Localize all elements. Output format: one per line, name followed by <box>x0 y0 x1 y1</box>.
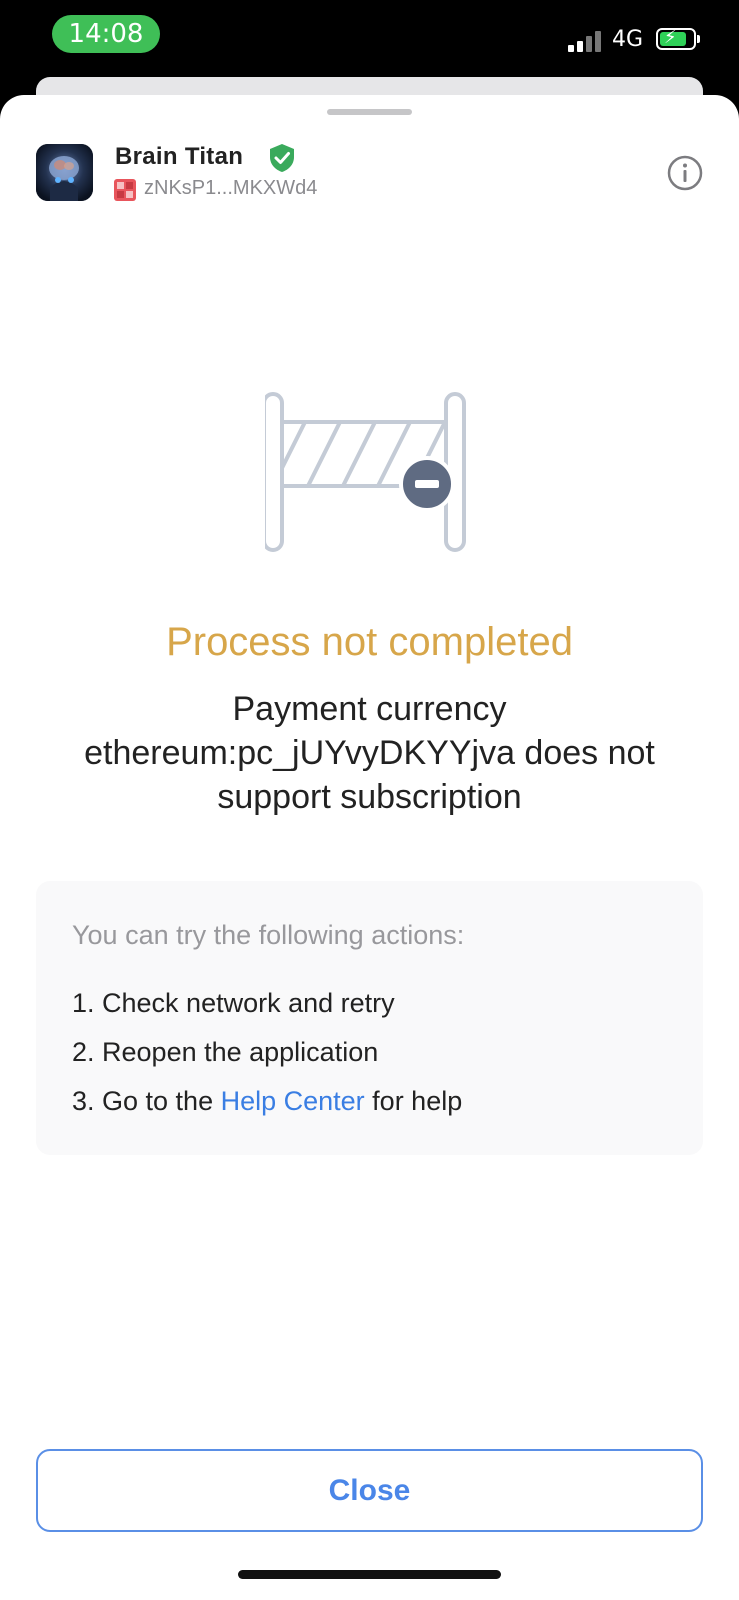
action-item-help-suffix: for help <box>364 1086 463 1116</box>
actions-intro: You can try the following actions: <box>72 920 465 950</box>
app-icon <box>36 144 93 201</box>
status-title: Process not completed <box>166 620 573 664</box>
action-item-reopen: 2. Reopen the application <box>72 1037 379 1067</box>
signal-icon <box>568 30 604 52</box>
verified-shield-icon <box>268 143 296 173</box>
action-item-retry: 1. Check network and retry <box>72 988 395 1018</box>
status-bar: 14:08 4G ⚡ <box>0 0 739 80</box>
action-item-help: 3. Go to the Help Center for help <box>72 1086 462 1117</box>
sheet-grabber[interactable] <box>327 109 412 115</box>
status-time: 14:08 <box>52 15 160 53</box>
wallet-address: zNKsP1...MKXWd4 <box>144 177 318 199</box>
battery-cap <box>697 35 700 43</box>
bottom-sheet: Brain Titan zNKsP1...MKXWd4 Process not … <box>0 95 739 1600</box>
close-button[interactable]: Close <box>36 1449 703 1532</box>
network-type: 4G <box>612 27 644 52</box>
address-icon <box>114 179 136 201</box>
barrier-icon <box>262 392 475 562</box>
help-center-link[interactable]: Help Center <box>221 1086 365 1116</box>
status-message: Payment currency ethereum:pc_jUYvyDKYYjv… <box>84 690 655 816</box>
home-indicator <box>238 1570 501 1579</box>
info-icon[interactable] <box>667 155 703 191</box>
action-item-help-prefix: 3. Go to the <box>72 1086 221 1116</box>
battery-charging-icon: ⚡ <box>656 27 696 50</box>
actions-card: You can try the following actions: 1. Ch… <box>36 881 703 1155</box>
app-name: Brain Titan <box>115 143 244 170</box>
